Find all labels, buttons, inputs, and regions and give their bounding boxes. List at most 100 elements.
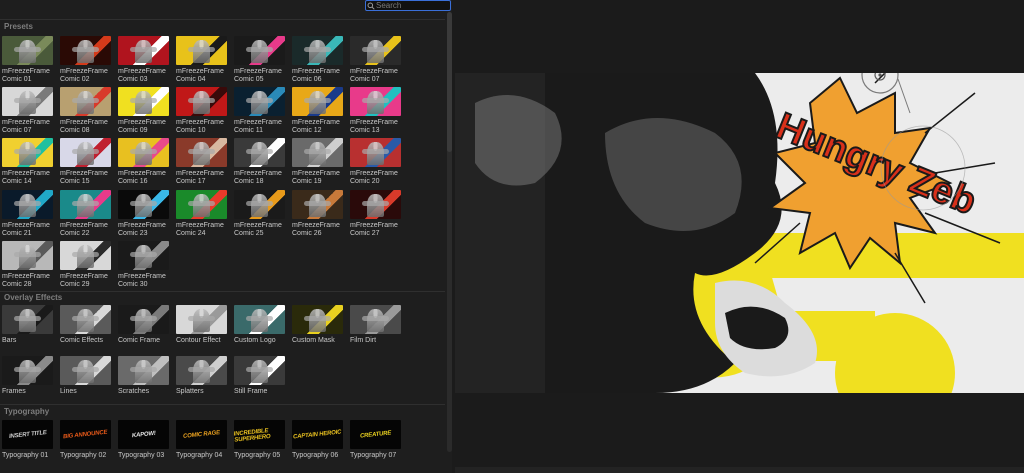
preset-tile[interactable]: mFreezeFrame Comic 26 xyxy=(292,190,344,238)
preset-thumbnail xyxy=(292,36,343,65)
preset-tile[interactable]: mFreezeFrame Comic 24 xyxy=(176,190,228,238)
overlay-effect-tile[interactable]: Frames xyxy=(2,356,54,396)
preset-tile[interactable]: mFreezeFrame Comic 07 xyxy=(350,36,402,84)
preset-tile[interactable]: mFreezeFrame Comic 28 xyxy=(2,241,54,289)
preset-tile[interactable]: mFreezeFrame Comic 18 xyxy=(234,138,286,186)
preset-tile[interactable]: mFreezeFrame Comic 19 xyxy=(292,138,344,186)
preset-tile[interactable]: mFreezeFrame Comic 13 xyxy=(350,87,402,135)
boxer-figure xyxy=(193,194,210,218)
boxer-figure xyxy=(77,194,94,218)
preset-tile[interactable]: mFreezeFrame Comic 20 xyxy=(350,138,402,186)
scrollbar-knob[interactable] xyxy=(447,12,452,152)
boxer-arms xyxy=(72,47,99,52)
overlay-effect-thumbnail xyxy=(176,305,227,334)
typography-thumbnail: COMIC RAGE xyxy=(176,420,227,449)
boxer-figure xyxy=(77,245,94,269)
boxer-figure xyxy=(309,194,326,218)
preset-tile[interactable]: mFreezeFrame Comic 07 xyxy=(2,87,54,135)
boxer-arms xyxy=(130,149,157,154)
overlay-effect-tile[interactable]: Bars xyxy=(2,305,54,345)
boxer-arms xyxy=(14,201,41,206)
preset-thumbnail xyxy=(2,138,53,167)
overlay-effect-tile[interactable]: Scratches xyxy=(118,356,170,396)
overlay-effect-tile[interactable]: Film Dirt xyxy=(350,305,402,345)
boxer-figure xyxy=(251,91,268,115)
preset-tile[interactable]: mFreezeFrame Comic 27 xyxy=(350,190,402,238)
typography-tile[interactable]: KAPOW! Typography 03 xyxy=(118,420,170,460)
boxer-arms xyxy=(14,47,41,52)
preset-tile[interactable]: mFreezeFrame Comic 15 xyxy=(60,138,112,186)
typography-sample-text: CAPTAIN HEROIC xyxy=(293,428,342,441)
preview-canvas[interactable]: Hungry Zeb xyxy=(455,73,1024,393)
typography-tile[interactable]: COMIC RAGE Typography 04 xyxy=(176,420,228,460)
preset-tile[interactable]: mFreezeFrame Comic 11 xyxy=(234,87,286,135)
boxer-arms xyxy=(188,47,215,52)
preset-tile[interactable]: mFreezeFrame Comic 12 xyxy=(292,87,344,135)
typography-tile[interactable]: BIG ANNOUNCE Typography 02 xyxy=(60,420,112,460)
preset-label: mFreezeFrame Comic 27 xyxy=(350,222,398,237)
preset-tile[interactable]: mFreezeFrame Comic 23 xyxy=(118,190,170,238)
preset-tile[interactable]: mFreezeFrame Comic 25 xyxy=(234,190,286,238)
preset-tile[interactable]: mFreezeFrame Comic 03 xyxy=(118,36,170,84)
preset-thumbnail xyxy=(176,36,227,65)
boxer-arms xyxy=(130,47,157,52)
preset-tile[interactable]: mFreezeFrame Comic 10 xyxy=(176,87,228,135)
preset-thumbnail xyxy=(350,190,401,219)
typography-sample-text: COMIC RAGE xyxy=(182,429,221,440)
overlay-effect-tile[interactable]: Custom Logo xyxy=(234,305,286,345)
preset-tile[interactable]: mFreezeFrame Comic 08 xyxy=(60,87,112,135)
section-divider xyxy=(0,19,445,20)
typography-tile[interactable]: CREATURE Typography 07 xyxy=(350,420,402,460)
overlay-effect-tile[interactable]: Comic Frame xyxy=(118,305,170,345)
boxer-arms xyxy=(304,201,331,206)
overlay-effect-tile[interactable]: Lines xyxy=(60,356,112,396)
preset-label: mFreezeFrame Comic 01 xyxy=(2,68,50,83)
preset-label: mFreezeFrame Comic 22 xyxy=(60,222,108,237)
preset-thumbnail xyxy=(350,138,401,167)
preset-label: mFreezeFrame Comic 29 xyxy=(60,273,108,288)
overlay-effect-thumbnail xyxy=(60,305,111,334)
typography-tile[interactable]: INCREDIBLE SUPERHERO Typography 05 xyxy=(234,420,286,460)
boxer-figure xyxy=(251,194,268,218)
preset-tile[interactable]: mFreezeFrame Comic 05 xyxy=(234,36,286,84)
typography-tile[interactable]: CAPTAIN HEROIC Typography 06 xyxy=(292,420,344,460)
section-divider xyxy=(0,404,445,405)
browser-scrollbar[interactable] xyxy=(447,12,452,452)
preset-tile[interactable]: mFreezeFrame Comic 29 xyxy=(60,241,112,289)
preset-tile[interactable]: mFreezeFrame Comic 04 xyxy=(176,36,228,84)
boxer-arms xyxy=(72,252,99,257)
typography-sample-text: CREATURE xyxy=(359,429,392,440)
overlay-effect-label: Bars xyxy=(2,337,17,344)
boxer-figure xyxy=(19,194,36,218)
boxer-arms xyxy=(188,367,215,372)
overlay-effect-tile[interactable]: Still Frame xyxy=(234,356,286,396)
preset-tile[interactable]: mFreezeFrame Comic 09 xyxy=(118,87,170,135)
overlay-effect-tile[interactable]: Contour Effect xyxy=(176,305,228,345)
preset-tile[interactable]: mFreezeFrame Comic 21 xyxy=(2,190,54,238)
preset-tile[interactable]: mFreezeFrame Comic 14 xyxy=(2,138,54,186)
typography-tile[interactable]: INSERT TITLE Typography 01 xyxy=(2,420,54,460)
overlay-effect-tile[interactable]: Comic Effects xyxy=(60,305,112,345)
preset-tile[interactable]: mFreezeFrame Comic 22 xyxy=(60,190,112,238)
overlay-effect-tile[interactable]: Splatters xyxy=(176,356,228,396)
typography-sample-text: KAPOW! xyxy=(131,430,156,439)
preset-tile[interactable]: mFreezeFrame Comic 16 xyxy=(118,138,170,186)
boxer-figure xyxy=(193,142,210,166)
boxer-figure xyxy=(367,40,384,64)
typography-thumbnail: BIG ANNOUNCE xyxy=(60,420,111,449)
overlay-effect-tile[interactable]: Custom Mask xyxy=(292,305,344,345)
preset-tile[interactable]: mFreezeFrame Comic 17 xyxy=(176,138,228,186)
preset-thumbnail xyxy=(60,241,111,270)
preset-tile[interactable]: mFreezeFrame Comic 02 xyxy=(60,36,112,84)
section-divider xyxy=(0,291,445,292)
preset-tile[interactable]: mFreezeFrame Comic 30 xyxy=(118,241,170,289)
preset-thumbnail xyxy=(2,36,53,65)
preset-tile[interactable]: mFreezeFrame Comic 06 xyxy=(292,36,344,84)
boxer-figure xyxy=(77,142,94,166)
search-input[interactable] xyxy=(376,1,446,10)
preset-label: mFreezeFrame Comic 18 xyxy=(234,170,282,185)
boxer-figure xyxy=(193,91,210,115)
search-field[interactable] xyxy=(365,0,451,11)
boxer-figure xyxy=(135,142,152,166)
preset-tile[interactable]: mFreezeFrame Comic 01 xyxy=(2,36,54,84)
